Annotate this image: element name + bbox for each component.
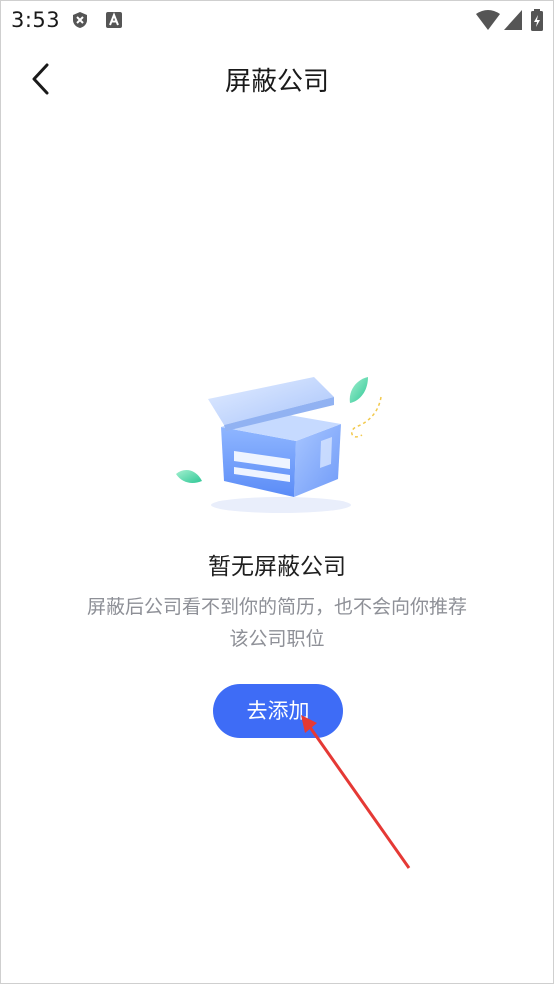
- empty-box-illustration: [166, 369, 396, 519]
- empty-state-title: 暂无屏蔽公司: [208, 554, 346, 580]
- signal-icon: [503, 9, 523, 35]
- empty-state-description: 屏蔽后公司看不到你的简历，也不会向你推荐该公司职位: [86, 596, 467, 650]
- wifi-icon: [475, 9, 501, 35]
- annotation-arrow: [291, 713, 421, 873]
- screen: 3:53 屏蔽公司 暂无屏蔽公司 屏蔽后公司看不到你的简历，也不会向你推荐该公司…: [0, 0, 554, 984]
- battery-icon: [531, 9, 543, 35]
- header: 屏蔽公司: [1, 41, 553, 117]
- page-title: 屏蔽公司: [224, 67, 329, 97]
- shield-icon: [71, 11, 89, 29]
- accessibility-a-icon: [105, 11, 123, 29]
- status-time: 3:53: [11, 8, 61, 32]
- status-bar: 3:53: [1, 1, 553, 41]
